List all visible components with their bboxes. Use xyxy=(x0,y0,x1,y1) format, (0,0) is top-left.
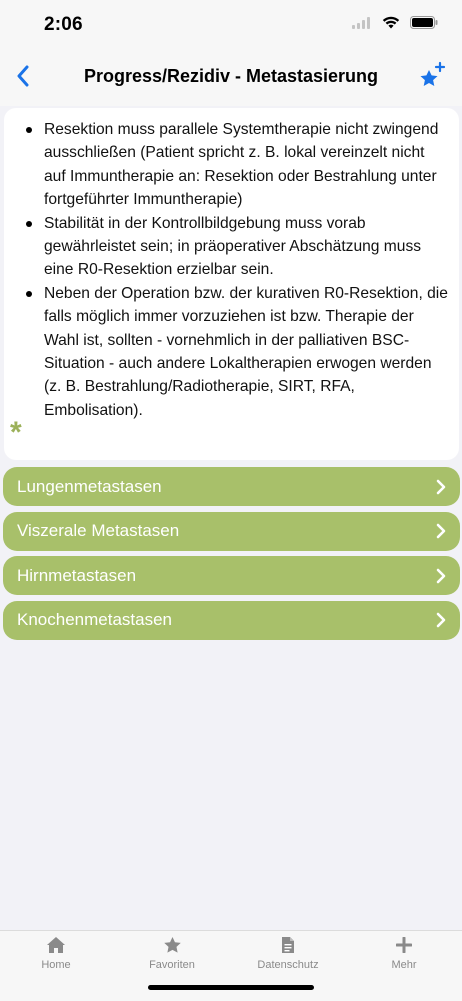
home-icon xyxy=(6,935,106,955)
menu-item-viszerale-metastasen[interactable]: Viszerale Metastasen xyxy=(3,511,460,551)
tab-home[interactable]: Home xyxy=(6,935,106,975)
menu-item-lungenmetastasen[interactable]: Lungenmetastasen xyxy=(3,467,460,506)
tab-label: Favoriten xyxy=(149,959,195,971)
back-button[interactable] xyxy=(6,62,40,94)
bullet-list: Resektion muss parallele Systemtherapie … xyxy=(24,118,449,422)
battery-icon xyxy=(410,16,438,34)
document-icon xyxy=(238,935,338,955)
chevron-right-icon xyxy=(436,523,446,539)
chevron-right-icon xyxy=(436,612,446,628)
tab-datenschutz[interactable]: Datenschutz xyxy=(238,935,338,975)
status-time: 2:06 xyxy=(44,14,83,35)
chevron-right-icon xyxy=(436,479,446,495)
tab-mehr[interactable]: Mehr xyxy=(354,935,454,975)
bullet-item: Resektion muss parallele Systemtherapie … xyxy=(24,118,449,212)
wifi-icon xyxy=(382,16,400,34)
chevron-right-icon xyxy=(436,568,446,584)
info-card: Resektion muss parallele Systemtherapie … xyxy=(4,108,459,460)
star-plus-icon xyxy=(417,61,447,96)
tab-label: Datenschutz xyxy=(257,959,319,971)
plus-icon xyxy=(354,935,454,955)
menu-item-knochenmetastasen[interactable]: Knochenmetastasen xyxy=(3,600,460,640)
menu-item-label: Hirnmetastasen xyxy=(17,565,137,585)
tab-bar: Home Favoriten Datenschutz Mehr xyxy=(0,930,462,1001)
status-bar: 2:06 xyxy=(0,0,462,50)
bullet-item: Stabilität in der Kontrollbildgebung mus… xyxy=(24,212,449,282)
menu-item-hirnmetastasen[interactable]: Hirnmetastasen xyxy=(3,556,460,595)
tab-label: Home xyxy=(41,959,71,971)
star-icon xyxy=(122,935,222,955)
menu-item-label: Viszerale Metastasen xyxy=(17,521,180,540)
navigation-bar: Progress/Rezidiv - Metastasierung xyxy=(0,50,462,106)
tab-label: Mehr xyxy=(391,959,417,971)
add-favorite-button[interactable] xyxy=(412,60,452,96)
metastasis-menu: Lungenmetastasen Viszerale Metastasen Hi… xyxy=(3,467,460,645)
menu-item-label: Lungenmetastasen xyxy=(17,476,162,496)
page-title: Progress/Rezidiv - Metastasierung xyxy=(83,66,379,86)
chevron-left-icon xyxy=(16,65,30,92)
signal-icon xyxy=(352,16,372,34)
menu-item-label: Knochenmetastasen xyxy=(17,610,172,629)
bullet-item: Neben der Operation bzw. der kurativen R… xyxy=(24,282,449,422)
asterisk-mark: * xyxy=(10,416,22,449)
home-indicator xyxy=(148,985,314,990)
status-icons xyxy=(352,16,438,34)
tab-favoriten[interactable]: Favoriten xyxy=(122,935,222,975)
